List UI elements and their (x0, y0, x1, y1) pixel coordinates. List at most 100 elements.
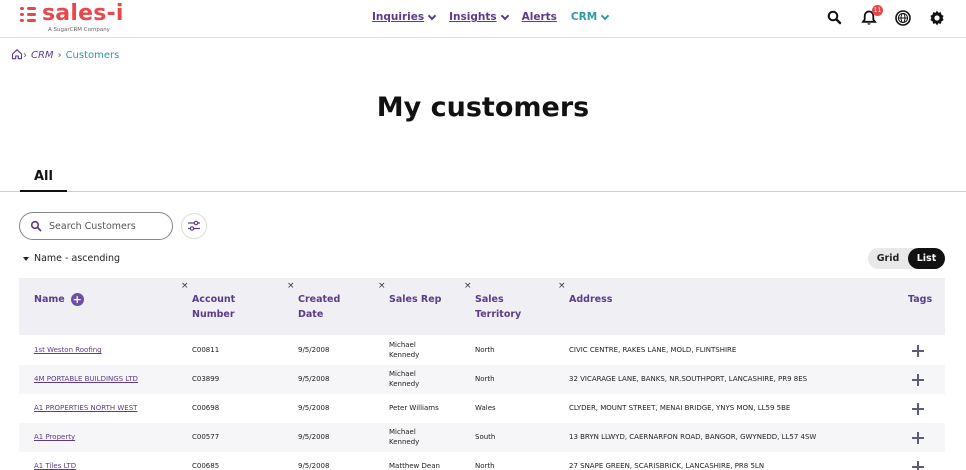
sales-rep-line: Kennedy (389, 350, 420, 359)
sales-rep: Michael Kennedy (389, 428, 419, 447)
caret-down-icon (23, 256, 29, 261)
col-header-created-date[interactable]: Created Date (298, 292, 340, 322)
table-row: A1 Tiles LTD C00685 9/5/2008 Matthew Dea… (19, 452, 945, 470)
search-input[interactable] (49, 220, 164, 232)
remove-column-icon[interactable]: × (378, 281, 386, 291)
sales-territory: North (475, 346, 495, 354)
top-navigation-bar: sales-i A SugarCRM Company Inquiries Ins… (0, 0, 966, 38)
remove-column-icon[interactable]: × (464, 281, 472, 291)
address: 32 VICARAGE LANE, BANKS, NR.SOUTHPORT, L… (569, 375, 808, 383)
created-date: 9/5/2008 (298, 375, 330, 383)
page-title: My customers (376, 92, 590, 123)
nav-crm-label: CRM (570, 11, 598, 23)
home-icon[interactable] (11, 48, 23, 63)
breadcrumb-crm[interactable]: CRM (31, 50, 54, 61)
account-number: C00685 (192, 462, 220, 470)
address: 27 SNAPE GREEN, SCARISBRICK, LANCASHIRE,… (569, 462, 765, 470)
sliders-icon (188, 220, 200, 231)
col-header-account-number[interactable]: Account Number (192, 292, 235, 322)
sales-rep: Matthew Dean (389, 462, 440, 470)
sort-dropdown[interactable]: Name - ascending (23, 253, 120, 264)
bell-icon[interactable]: 11 (860, 5, 883, 27)
logo-mark-icon (20, 6, 36, 22)
created-date: 9/5/2008 (298, 346, 330, 354)
sales-rep-line: Michael (389, 428, 416, 436)
table-row: 4M PORTABLE BUILDINGS LTD C03899 9/5/200… (19, 365, 945, 394)
sales-rep-line: Kennedy (389, 437, 420, 446)
brand-tagline: A SugarCRM Company (48, 27, 110, 33)
col-header-name[interactable]: Name + (34, 292, 84, 307)
main-nav: Inquiries Insights Alerts CRM (372, 11, 622, 23)
col-header-sales-territory[interactable]: Sales Territory (475, 292, 521, 322)
remove-column-icon[interactable]: × (558, 281, 566, 291)
chevron-down-icon (500, 11, 509, 20)
breadcrumb-current: Customers (65, 50, 120, 61)
created-date: 9/5/2008 (298, 433, 330, 441)
table-row: 1st Weston Roofing C00811 9/5/2008 Micha… (19, 336, 945, 365)
nav-insights[interactable]: Insights (449, 11, 509, 23)
account-number: C00577 (192, 433, 220, 441)
filter-button[interactable] (181, 213, 207, 239)
view-grid-button[interactable]: Grid (868, 248, 908, 269)
customer-name-link[interactable]: A1 PROPERTIES NORTH WEST (34, 404, 137, 414)
customer-name-link[interactable]: A1 Property (34, 433, 75, 443)
col-header-line: Sales (475, 294, 504, 305)
view-list-button[interactable]: List (908, 248, 945, 269)
col-header-line: Number (192, 309, 235, 320)
brand-name: sales-i (42, 1, 124, 26)
address: CLYDER, MOUNT STREET, MENAI BRIDGE, YNYS… (569, 404, 791, 412)
nav-insights-label: Insights (449, 11, 497, 23)
table-row: A1 PROPERTIES NORTH WEST C00698 9/5/2008… (19, 394, 945, 423)
nav-alerts[interactable]: Alerts (522, 11, 557, 23)
notification-badge: 11 (872, 5, 883, 16)
view-toggle: Grid List (868, 248, 945, 269)
tab-all[interactable]: All (20, 168, 67, 192)
col-header-line: Date (298, 309, 324, 320)
nav-inquiries-label: Inquiries (372, 11, 425, 23)
nav-inquiries[interactable]: Inquiries (372, 11, 437, 23)
add-tag-icon[interactable] (912, 345, 924, 357)
created-date: 9/5/2008 (298, 404, 330, 412)
add-tag-icon[interactable] (912, 374, 924, 386)
sales-rep-line: Michael (389, 341, 416, 349)
nav-crm[interactable]: CRM (570, 11, 610, 23)
sales-rep-line: Michael (389, 370, 416, 378)
customer-name-link[interactable]: A1 Tiles LTD (34, 462, 76, 470)
search-box (19, 212, 173, 240)
add-tag-icon[interactable] (912, 432, 924, 444)
col-header-name-label: Name (34, 294, 65, 305)
customer-name-link[interactable]: 1st Weston Roofing (34, 346, 102, 356)
sales-territory: North (475, 462, 495, 470)
gear-icon[interactable] (928, 9, 946, 27)
add-tag-icon[interactable] (912, 403, 924, 415)
sales-rep: Michael Kennedy (389, 370, 419, 389)
col-header-tags: Tags (908, 294, 933, 305)
sales-territory: North (475, 375, 495, 383)
search-icon (30, 220, 42, 232)
sales-rep: Peter Williams (389, 404, 439, 412)
breadcrumb-separator: › (23, 50, 27, 61)
add-column-icon[interactable]: + (70, 293, 84, 306)
col-header-address[interactable]: Address (569, 292, 612, 307)
customer-name-link[interactable]: 4M PORTABLE BUILDINGS LTD (34, 375, 138, 385)
account-number: C00698 (192, 404, 220, 412)
add-tag-icon[interactable] (912, 461, 924, 470)
search-icon[interactable] (826, 9, 844, 27)
account-number: C03899 (192, 375, 220, 383)
col-header-line: Territory (475, 309, 522, 320)
remove-column-icon[interactable]: × (181, 281, 189, 291)
table-row: A1 Property C00577 9/5/2008 Michael Kenne… (19, 423, 945, 452)
chevron-down-icon (427, 11, 437, 20)
created-date: 9/5/2008 (298, 462, 330, 470)
breadcrumb: › CRM › Customers (11, 48, 119, 63)
sales-territory: Wales (475, 404, 496, 412)
nav-alerts-label: Alerts (521, 11, 557, 23)
remove-column-icon[interactable]: × (287, 281, 295, 291)
breadcrumb-separator: › (57, 50, 62, 61)
chevron-down-icon (600, 11, 610, 20)
tab-bar: All (0, 168, 966, 192)
sales-territory: South (475, 433, 496, 441)
col-header-sales-rep[interactable]: Sales Rep (389, 292, 441, 307)
top-actions: 11 (826, 5, 946, 27)
globe-icon[interactable] (894, 9, 912, 27)
